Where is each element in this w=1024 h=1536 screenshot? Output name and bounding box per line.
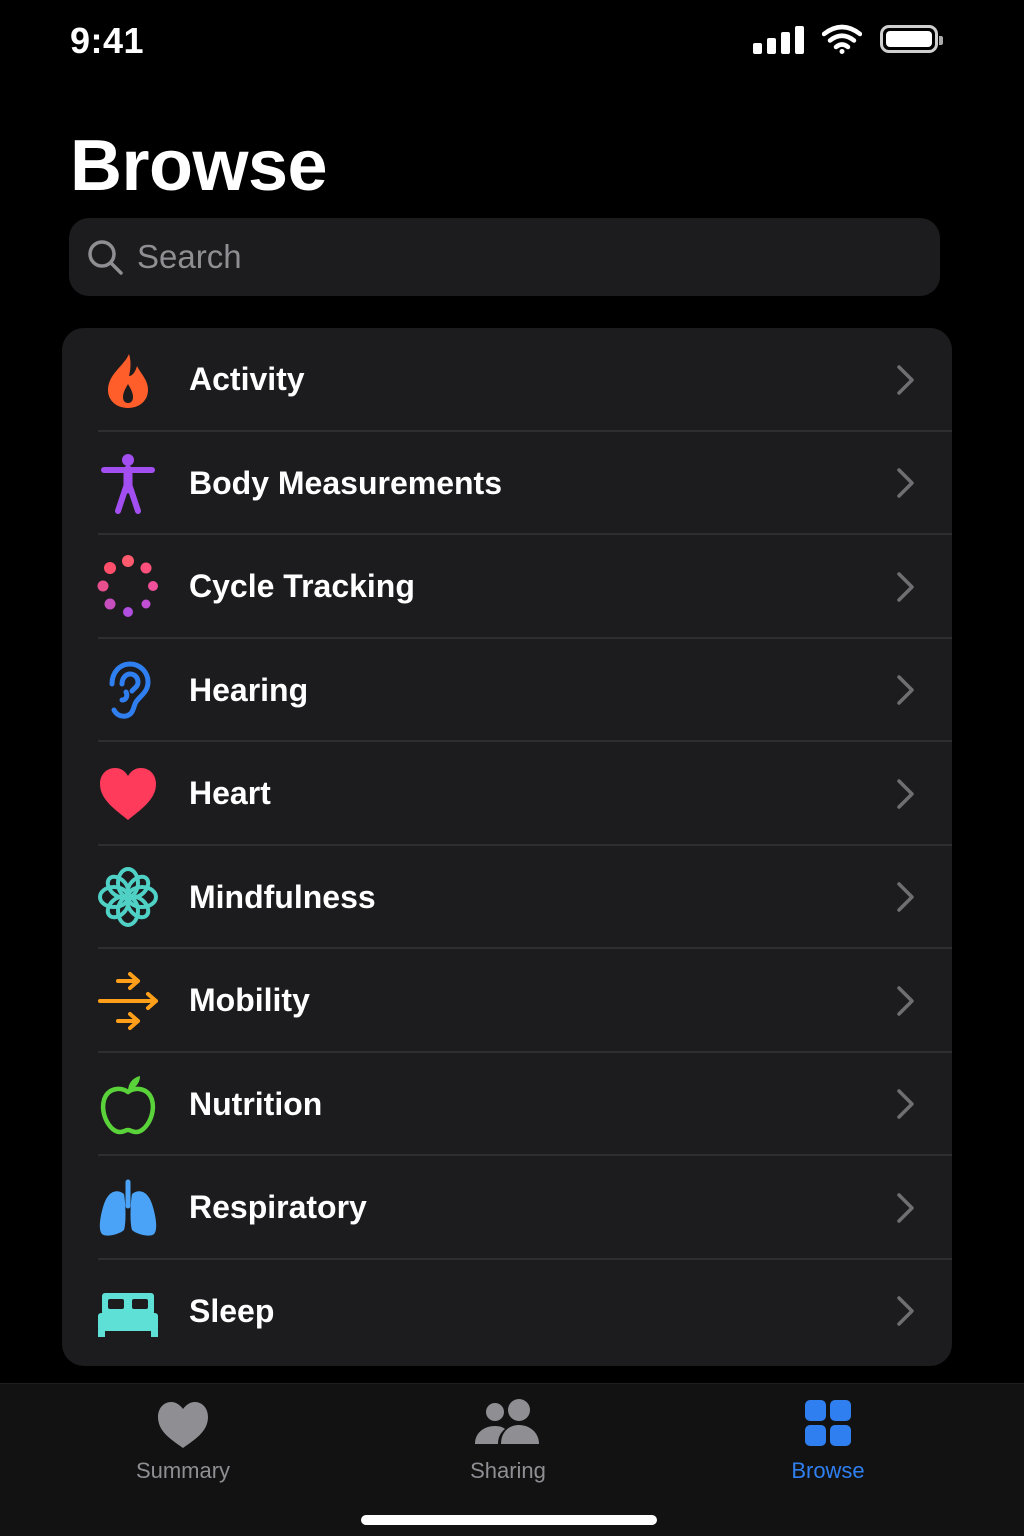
figure-icon [96,451,160,515]
apple-icon [96,1072,160,1136]
list-item-mindfulness[interactable]: Mindfulness [62,846,952,949]
list-item-label: Mindfulness [189,878,376,915]
tab-summary[interactable]: Summary [83,1398,283,1484]
list-item-label: Mobility [189,982,310,1019]
list-item-activity[interactable]: Activity [62,328,952,432]
people-icon [475,1399,539,1444]
list-item-label: Nutrition [189,1085,323,1122]
list-item-label: Cycle Tracking [189,568,415,605]
search-input[interactable] [137,238,897,276]
status-bar: 9:41 [0,0,1024,84]
tab-label: Browse [791,1458,865,1483]
cycle-dots-icon [96,554,160,619]
list-item-hearing[interactable]: Hearing [62,639,952,742]
list-item-nutrition[interactable]: Nutrition [62,1053,952,1156]
ear-icon [96,658,160,722]
list-item-label: Sleep [189,1292,275,1329]
cellular-signal-icon [753,24,804,54]
list-item-label: Activity [189,361,305,398]
chevron-right-icon [897,1193,914,1223]
page-title: Browse [70,126,328,206]
heart-fill-icon [158,1402,208,1448]
lungs-icon [96,1176,160,1240]
chevron-right-icon [897,675,914,705]
chevron-right-icon [897,1089,914,1119]
list-item-cycle-tracking[interactable]: Cycle Tracking [62,535,952,639]
list-item-label: Respiratory [189,1189,367,1226]
list-item-label: Body Measurements [189,464,502,501]
tab-label: Sharing [470,1458,546,1483]
tab-label: Summary [135,1458,231,1483]
tab-sharing[interactable]: Sharing [408,1398,608,1484]
chevron-right-icon [897,468,914,498]
status-time: 9:41 [70,20,145,61]
chevron-right-icon [897,572,914,602]
category-list: Activity Body Measurements Cycle Trackin… [62,328,952,1366]
flower-icon [96,865,160,929]
chevron-right-icon [897,779,914,809]
search-icon [88,240,123,275]
chevron-right-icon [897,882,914,912]
battery-icon [880,25,943,53]
grid-icon [805,1400,851,1446]
tab-browse[interactable]: Browse [728,1398,928,1484]
status-indicators [753,24,943,54]
arrows-icon [96,969,160,1033]
list-item-sleep[interactable]: Sleep [62,1260,952,1364]
list-item-label: Hearing [189,671,309,708]
list-item-body-measurements[interactable]: Body Measurements [62,432,952,535]
list-item-heart[interactable]: Heart [62,742,952,846]
screen: 9:41 Browse Search Activity Body Measure… [0,0,1024,1536]
list-item-mobility[interactable]: Mobility [62,949,952,1053]
tab-bar: Summary Sharing Browse [0,1383,1024,1536]
heart-icon [96,762,160,826]
chevron-right-icon [897,365,914,395]
list-item-respiratory[interactable]: Respiratory [62,1156,952,1260]
chevron-right-icon [897,1296,914,1326]
home-indicator[interactable] [361,1515,657,1525]
search-bar[interactable] [69,218,940,296]
flame-icon [96,348,160,412]
wifi-icon [822,24,862,54]
chevron-right-icon [897,986,914,1016]
bed-icon [96,1279,160,1343]
list-item-label: Heart [189,775,271,812]
